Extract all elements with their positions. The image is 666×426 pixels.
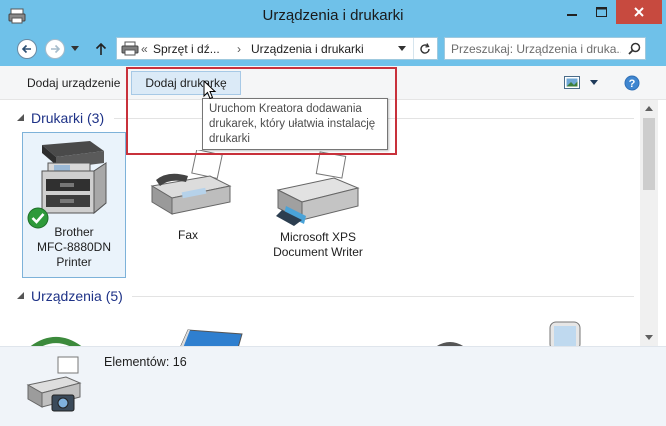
change-view-button[interactable] bbox=[560, 75, 602, 91]
mouse-cursor-icon bbox=[203, 80, 217, 100]
xps-name-line1: Microsoft XPS bbox=[279, 230, 357, 244]
scroll-up-button[interactable] bbox=[640, 100, 658, 117]
breadcrumb-separator[interactable]: › bbox=[237, 42, 241, 56]
group-divider bbox=[132, 296, 634, 297]
recent-locations-button[interactable] bbox=[68, 38, 82, 60]
scroll-up-icon bbox=[645, 106, 653, 111]
fax-icon bbox=[150, 150, 232, 215]
devices-printers-large-icon bbox=[26, 356, 82, 412]
minimize-button[interactable] bbox=[558, 0, 586, 24]
refresh-icon bbox=[419, 42, 430, 54]
fax-name: Fax bbox=[177, 228, 198, 242]
scrollbar-thumb[interactable] bbox=[643, 118, 655, 190]
svg-text:?: ? bbox=[629, 78, 636, 90]
collapse-chevron-icon bbox=[17, 292, 24, 299]
devices-printers-location-icon bbox=[121, 41, 139, 56]
default-printer-check-icon bbox=[27, 207, 49, 229]
back-arrow-icon bbox=[17, 39, 37, 59]
add-device-button[interactable]: Dodaj urządzenie bbox=[18, 71, 129, 95]
navigation-bar: « Sprzęt i dź... › Urządzenia i drukarki bbox=[0, 32, 666, 66]
xps-name-line2: Document Writer bbox=[273, 245, 363, 259]
chevron-down-icon bbox=[590, 80, 598, 85]
item-count: Elementów: 16 bbox=[104, 355, 187, 369]
chevron-down-icon bbox=[71, 46, 79, 51]
phone-device-icon[interactable] bbox=[544, 320, 584, 346]
collapse-chevron-icon bbox=[17, 114, 24, 121]
scroll-down-icon bbox=[645, 335, 653, 340]
printer-name-line3: Printer bbox=[56, 255, 92, 269]
scroll-down-button[interactable] bbox=[640, 329, 658, 346]
address-bar[interactable]: « Sprzęt i dź... › Urządzenia i drukarki bbox=[116, 37, 438, 60]
back-button[interactable] bbox=[16, 38, 38, 60]
xps-printer-icon bbox=[276, 151, 360, 226]
up-arrow-icon bbox=[95, 42, 107, 55]
breadcrumb-devices-printers[interactable]: Urządzenia i drukarki bbox=[251, 42, 364, 56]
monitor-device-icon[interactable] bbox=[178, 328, 244, 346]
group-printers-label: Drukarki (3) bbox=[31, 110, 105, 126]
details-pane: Elementów: 16 bbox=[0, 346, 666, 426]
title-bar: Urządzenia i drukarki bbox=[0, 0, 666, 32]
printer-name-line2: MFC-8880DN bbox=[36, 240, 111, 254]
command-bar: Dodaj urządzenie Dodaj drukarkę ? bbox=[0, 66, 666, 100]
minimize-icon bbox=[567, 14, 577, 16]
close-icon bbox=[634, 7, 644, 17]
help-icon: ? bbox=[624, 75, 640, 91]
add-printer-button[interactable]: Dodaj drukarkę bbox=[131, 71, 241, 95]
forward-button[interactable] bbox=[44, 38, 66, 60]
search-input[interactable] bbox=[451, 41, 621, 57]
chevron-down-icon bbox=[398, 45, 406, 51]
printer-item-brother[interactable]: Brother MFC-8880DN Printer bbox=[22, 132, 126, 278]
overflow-crumbs[interactable]: « bbox=[141, 42, 148, 56]
search-icon[interactable] bbox=[628, 42, 641, 55]
camera-device-icon[interactable] bbox=[432, 336, 468, 346]
address-history-button[interactable] bbox=[393, 38, 411, 59]
add-printer-tooltip: Uruchom Kreatora dodawania drukarek, któ… bbox=[202, 98, 388, 150]
maximize-icon bbox=[595, 7, 607, 17]
refresh-button[interactable] bbox=[413, 38, 435, 59]
device-item-partial-1-icon[interactable] bbox=[26, 332, 86, 346]
breadcrumb-hardware[interactable]: Sprzęt i dź... bbox=[153, 42, 220, 56]
up-button[interactable] bbox=[92, 38, 110, 60]
printer-item-xps[interactable]: Microsoft XPS Document Writer bbox=[266, 150, 370, 264]
search-box[interactable] bbox=[444, 37, 646, 60]
printer-item-fax[interactable]: Fax bbox=[136, 150, 240, 250]
group-devices-label: Urządzenia (5) bbox=[31, 288, 123, 304]
vertical-scrollbar[interactable] bbox=[640, 100, 658, 346]
view-options-icon bbox=[564, 76, 580, 89]
forward-arrow-icon bbox=[45, 39, 65, 59]
group-devices[interactable]: Urządzenia (5) bbox=[16, 286, 636, 306]
help-button[interactable]: ? bbox=[624, 75, 640, 91]
maximize-button[interactable] bbox=[587, 0, 615, 24]
close-button[interactable] bbox=[616, 0, 662, 24]
